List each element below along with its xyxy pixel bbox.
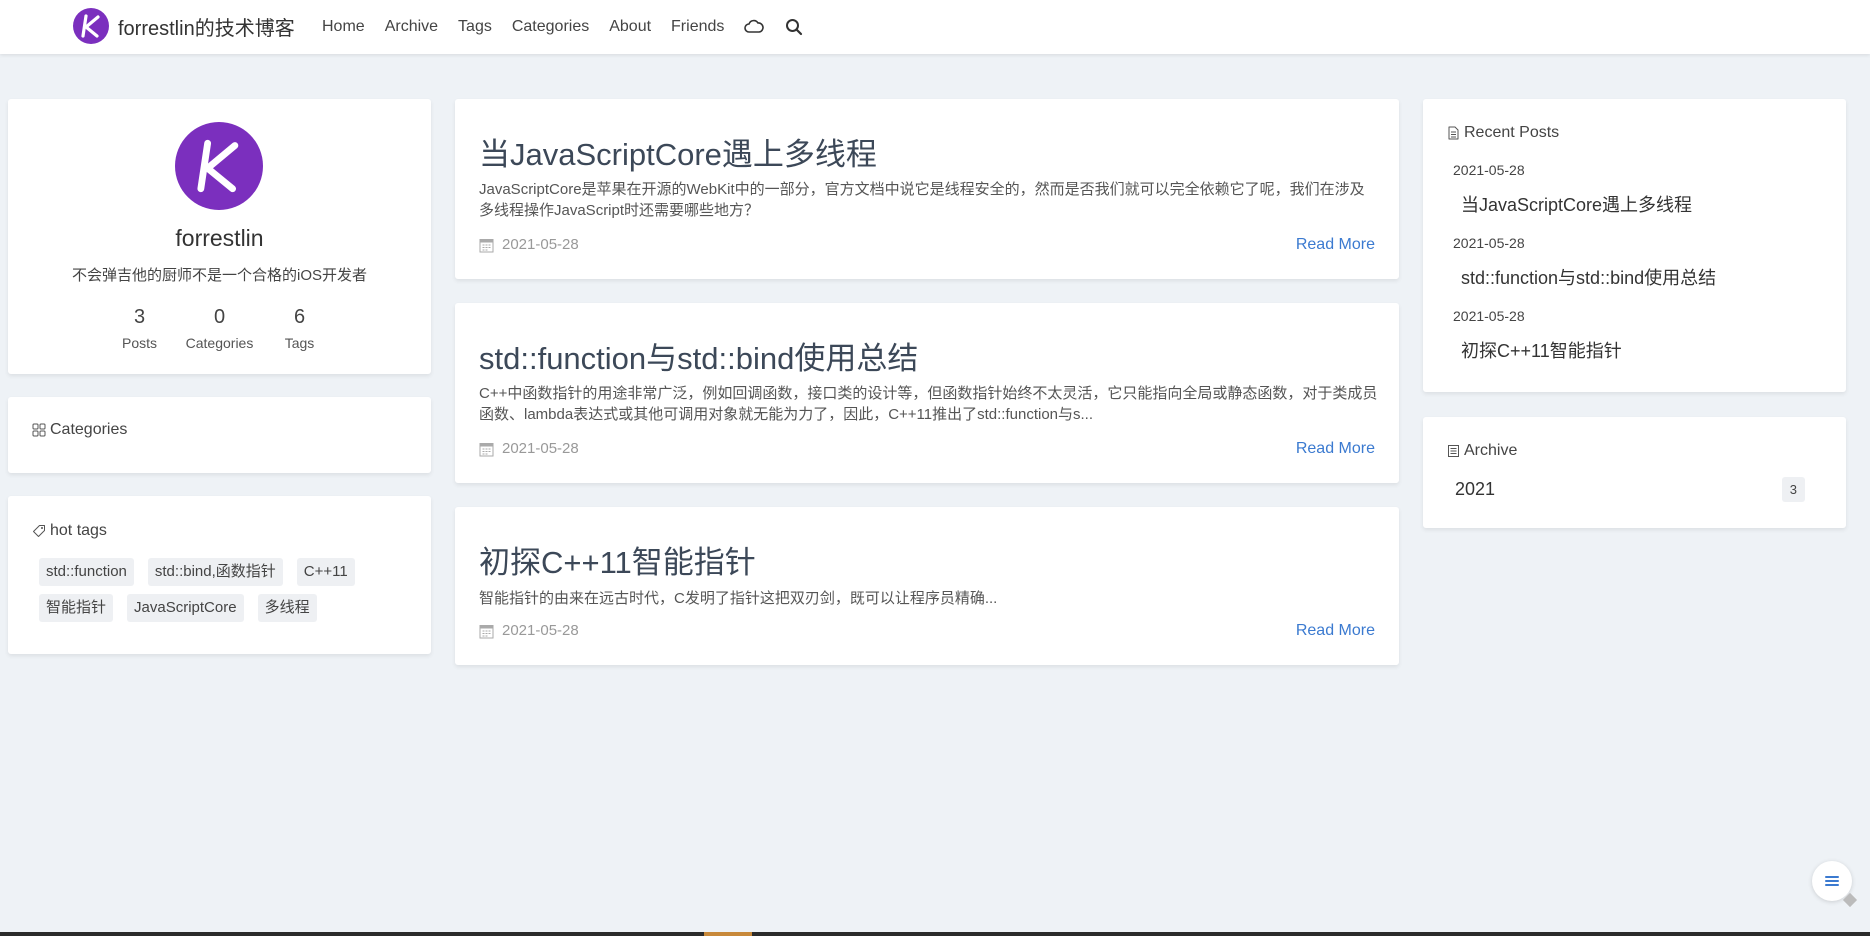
post-meta: 2021-05-28 — [479, 622, 579, 639]
post-excerpt: C++中函数指针的用途非常广泛，例如回调函数，接口类的设计等，但函数指针始终不太… — [479, 385, 1378, 423]
calendar-icon — [479, 442, 494, 456]
bottom-bar-accent — [704, 932, 752, 936]
recent-posts-card: Recent Posts 2021-05-28 当JavaScriptCore遇… — [1423, 99, 1846, 392]
recent-posts-list: 2021-05-28 当JavaScriptCore遇上多线程 2021-05-… — [1453, 162, 1716, 381]
tag-item[interactable]: std::function — [39, 558, 134, 586]
stat-value: 3 — [133, 306, 146, 328]
stat-label: Categories — [185, 335, 254, 351]
hot-tags-title-text: hot tags — [50, 522, 107, 539]
tag-item[interactable]: JavaScriptCore — [127, 594, 244, 622]
navbar: forrestlin的技术博客 Home Archive Tags Catego… — [0, 0, 1870, 54]
read-more-link[interactable]: Read More — [1296, 622, 1375, 640]
post-title[interactable]: 当JavaScriptCore遇上多线程 — [479, 129, 877, 174]
nav-menu: Home Archive Tags Categories About Frien… — [322, 17, 824, 37]
post-meta: 2021-05-28 — [479, 440, 579, 457]
list-icon — [1825, 876, 1839, 886]
recent-post-date: 2021-05-28 — [1453, 162, 1525, 178]
tag-item[interactable]: std::bind,函数指针 — [147, 558, 283, 586]
archive-title-text: Archive — [1464, 442, 1518, 459]
recent-post-item: 2021-05-28 当JavaScriptCore遇上多线程 — [1453, 162, 1716, 235]
categories-card: Categories — [8, 397, 431, 473]
nav-about[interactable]: About — [609, 18, 651, 36]
cloud-icon[interactable] — [744, 17, 765, 37]
tag-list: std::function std::bind,函数指针 C++11 智能指针 … — [39, 558, 399, 630]
recent-post-title[interactable]: std::function与std::bind使用总结 — [1461, 264, 1716, 308]
post-date: 2021-05-28 — [502, 236, 579, 253]
archive-count-badge: 3 — [1781, 477, 1805, 502]
post-title[interactable]: 初探C++11智能指针 — [479, 537, 756, 582]
hot-tags-title: hot tags — [32, 522, 107, 540]
recent-posts-title-text: Recent Posts — [1464, 124, 1560, 141]
stat-categories[interactable]: 0 Categories — [180, 306, 260, 351]
stat-posts[interactable]: 3 Posts — [100, 306, 180, 351]
post-meta: 2021-05-28 — [479, 236, 579, 253]
tag-item[interactable]: 智能指针 — [39, 594, 114, 622]
post-title[interactable]: std::function与std::bind使用总结 — [479, 333, 918, 378]
archive-card: Archive 2021 3 — [1423, 417, 1846, 528]
grid-icon — [32, 423, 46, 437]
nav-tags[interactable]: Tags — [458, 18, 492, 36]
nav-home[interactable]: Home — [322, 18, 365, 36]
stat-value: 0 — [213, 306, 226, 328]
post-date: 2021-05-28 — [502, 622, 579, 639]
archive-title: Archive — [1447, 442, 1517, 460]
profile-description: 不会弹吉他的厨师不是一个合格的iOS开发者 — [71, 267, 367, 284]
list-icon — [1448, 445, 1459, 457]
nav-friends[interactable]: Friends — [671, 18, 724, 36]
tag-item[interactable]: 多线程 — [257, 594, 317, 622]
profile-card: forrestlin 不会弹吉他的厨师不是一个合格的iOS开发者 3 Posts… — [8, 99, 431, 374]
stat-label: Posts — [121, 335, 157, 351]
nav-categories[interactable]: Categories — [512, 18, 589, 36]
recent-post-title[interactable]: 初探C++11智能指针 — [1461, 337, 1716, 381]
post-excerpt: JavaScriptCore是苹果在开源的WebKit中的一部分，官方文档中说它… — [479, 181, 1365, 219]
recent-post-item: 2021-05-28 初探C++11智能指针 — [1453, 308, 1716, 381]
stat-value: 6 — [293, 306, 306, 328]
nav-archive[interactable]: Archive — [385, 18, 438, 36]
recent-posts-title: Recent Posts — [1447, 124, 1559, 142]
stat-label: Tags — [284, 335, 315, 351]
recent-post-date: 2021-05-28 — [1453, 235, 1525, 251]
categories-title: Categories — [32, 421, 127, 439]
search-icon[interactable] — [784, 17, 804, 37]
bottom-bar — [0, 932, 1870, 936]
recent-post-item: 2021-05-28 std::function与std::bind使用总结 — [1453, 235, 1716, 308]
post-date: 2021-05-28 — [502, 440, 579, 457]
tag-icon — [33, 525, 45, 537]
site-logo — [73, 8, 109, 44]
stat-tags[interactable]: 6 Tags — [260, 306, 340, 351]
avatar — [175, 122, 263, 210]
post-card: 当JavaScriptCore遇上多线程 JavaScriptCore是苹果在开… — [455, 99, 1399, 279]
post-card: std::function与std::bind使用总结 C++中函数指针的用途非… — [455, 303, 1399, 483]
read-more-link[interactable]: Read More — [1296, 440, 1375, 458]
calendar-icon — [479, 238, 494, 252]
recent-post-date: 2021-05-28 — [1453, 308, 1525, 324]
profile-stats: 3 Posts 0 Categories 6 Tags — [8, 306, 431, 351]
tag-item[interactable]: C++11 — [296, 558, 355, 586]
recent-post-title[interactable]: 当JavaScriptCore遇上多线程 — [1461, 191, 1716, 235]
categories-title-text: Categories — [50, 421, 128, 438]
archive-item[interactable]: 2021 3 — [1455, 477, 1805, 502]
hot-tags-card: hot tags std::function std::bind,函数指针 C+… — [8, 496, 431, 654]
post-excerpt: 智能指针的由来在远古时代，C发明了指针这把双刃剑，既可以让程序员精确... — [479, 590, 998, 607]
calendar-icon — [479, 624, 494, 638]
read-more-link[interactable]: Read More — [1296, 236, 1375, 254]
document-icon — [1448, 126, 1459, 140]
archive-year: 2021 — [1455, 479, 1496, 499]
post-card: 初探C++11智能指针 智能指针的由来在远古时代，C发明了指针这把双刃剑，既可以… — [455, 507, 1399, 665]
profile-name: forrestlin — [175, 225, 264, 251]
brand[interactable]: forrestlin的技术博客 — [73, 8, 295, 44]
resize-icon — [1842, 892, 1858, 908]
brand-name: forrestlin的技术博客 — [118, 17, 295, 40]
